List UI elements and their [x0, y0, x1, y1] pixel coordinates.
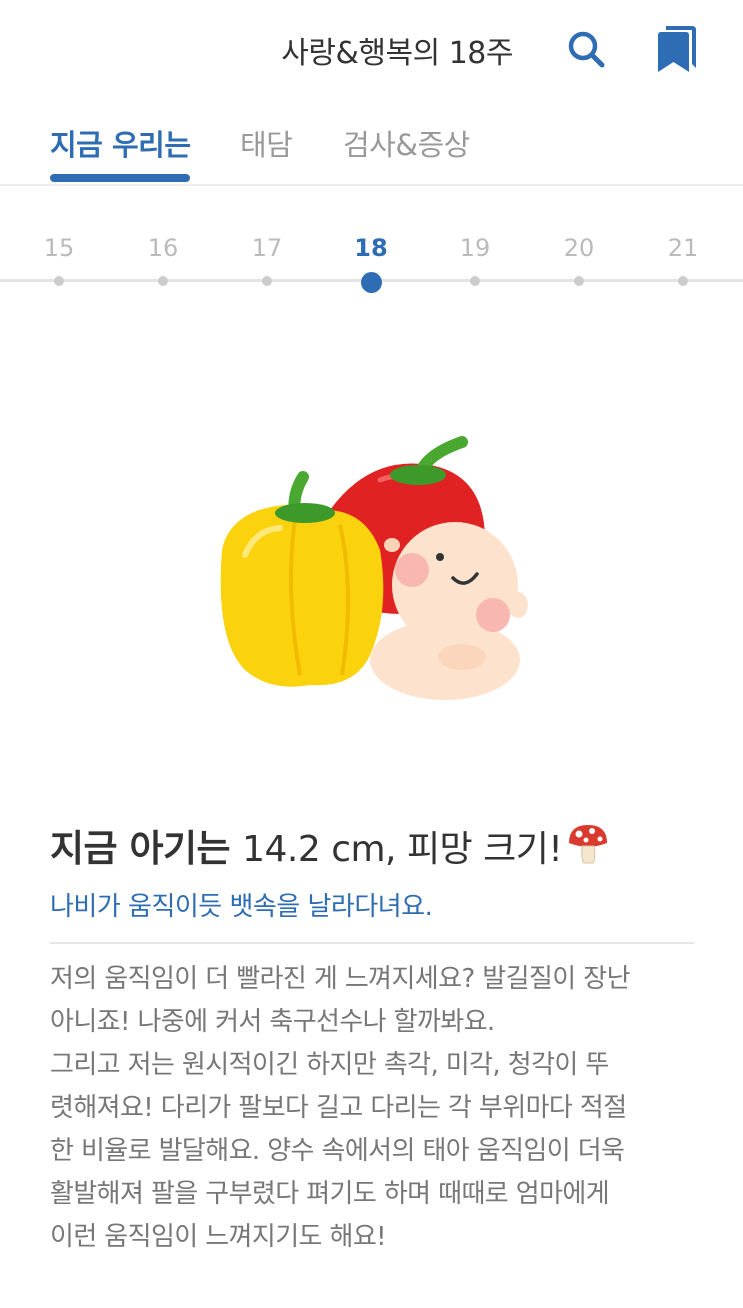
subtitle-text: 나비가 움직이듯 뱃속을 날라다녀요.: [50, 892, 433, 922]
search-button[interactable]: [563, 24, 609, 74]
week-item-16[interactable]: 16: [133, 228, 193, 286]
bookmark-button[interactable]: [652, 24, 698, 74]
divider: [50, 942, 694, 944]
week-dot: [158, 276, 168, 286]
baby-with-bell-peppers-icon: [220, 436, 528, 700]
size-prefix: 지금 아기는: [50, 827, 231, 870]
week-item-15[interactable]: 15: [29, 228, 89, 286]
description-line: 그리고 저는 원시적이긴 하지만 촉각, 미각, 청각이 뚜: [50, 1050, 609, 1080]
week-item-19[interactable]: 19: [445, 228, 505, 286]
week-dot: [470, 276, 480, 286]
description-line: 활발해져 팔을 구부렸다 펴기도 하며 때때로 엄마에게: [50, 1179, 610, 1209]
week-number: 21: [667, 234, 699, 262]
page-title: 사랑&행복의 18주: [281, 36, 513, 71]
bookmark-icon: [658, 26, 696, 72]
active-tab-indicator: [50, 174, 190, 182]
mushroom-icon: [566, 821, 610, 869]
week-number: 20: [563, 234, 595, 262]
week-number: 19: [459, 234, 491, 262]
week-number: 16: [147, 234, 179, 262]
week-dot: [678, 276, 688, 286]
week-item-21[interactable]: 21: [653, 228, 713, 286]
baby-bell-pepper-illustration: [200, 420, 540, 720]
week-number: 17: [251, 234, 283, 262]
week-dot: [54, 276, 64, 286]
week-dot-selected: [360, 272, 382, 293]
week-dot: [574, 276, 584, 286]
description-line: 저의 움직임이 더 빨라진 게 느껴지세요? 발길질이 장난: [50, 964, 631, 994]
week-selector: 15 16 17 18 19 20 21: [0, 228, 743, 308]
description-line: 아니죠! 나중에 커서 축구선수나 할까봐요.: [50, 1007, 495, 1037]
week-dot: [262, 276, 272, 286]
description-line: 한 비율로 발달해요. 양수 속에서의 태아 움직임이 더욱: [50, 1136, 625, 1166]
search-icon: [568, 31, 605, 68]
description-line: 렷해져요! 다리가 팔보다 길고 다리는 각 부위마다 적절: [50, 1093, 627, 1123]
tab-tests-symptoms[interactable]: 검사&증상: [343, 122, 470, 164]
description-line: 이런 움직임이 느껴지기도 해요!: [50, 1222, 387, 1252]
week-item-17[interactable]: 17: [237, 228, 297, 286]
week-number: 15: [43, 234, 75, 262]
tab-now-we-are[interactable]: 지금 우리는: [50, 122, 191, 164]
week-number: 18: [354, 234, 388, 262]
description-text: 저의 움직임이 더 빨라진 게 느껴지세요? 발길질이 장난 아니죠! 나중에 …: [50, 958, 710, 1259]
tab-taedam[interactable]: 태담: [240, 122, 293, 164]
size-value: 14.2 cm, 피망 크기!: [242, 829, 563, 870]
week-item-18[interactable]: 18: [341, 228, 401, 293]
tab-bar: 지금 우리는 태담 검사&증상: [0, 112, 743, 186]
baby-size-heading: 지금 아기는 14.2 cm, 피망 크기!: [50, 818, 610, 872]
week-item-20[interactable]: 20: [549, 228, 609, 286]
app-header: 사랑&행복의 18주: [0, 0, 743, 100]
